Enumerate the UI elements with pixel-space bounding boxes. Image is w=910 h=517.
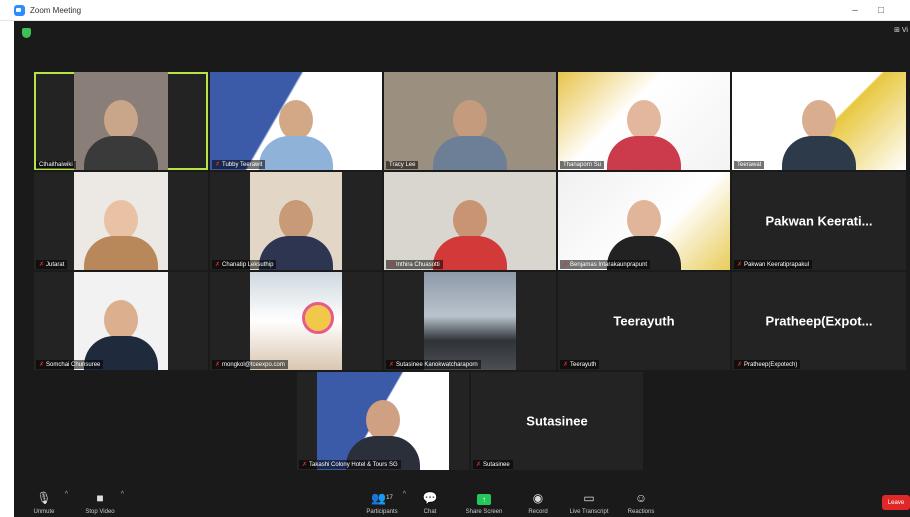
- muted-mic-icon: ✗: [389, 262, 395, 268]
- person-figure: [607, 100, 681, 170]
- share-screen-icon: ↑: [454, 491, 514, 505]
- chat-button[interactable]: 💬 Chat: [400, 491, 460, 515]
- closed-caption-icon: ▭: [583, 491, 595, 505]
- participant-tile[interactable]: Pratheep(Expot... ✗ Pratheep(Expotech): [732, 272, 906, 370]
- participant-tile[interactable]: ✗ Inthira Chuasotti: [384, 172, 556, 270]
- reactions-button[interactable]: ☺ Reactions: [611, 491, 671, 515]
- person-figure: [433, 100, 507, 170]
- muted-mic-icon: ✗: [737, 262, 743, 268]
- participant-name: Cthaithaiwiki: [36, 161, 76, 169]
- participant-name: ✗ Inthira Chuasotti: [386, 260, 443, 269]
- muted-mic-icon: ✗: [39, 262, 45, 268]
- person-figure: [782, 100, 856, 170]
- chat-bubble-icon: 💬: [422, 491, 438, 505]
- share-screen-button[interactable]: ↑ Share Screen: [454, 491, 514, 515]
- live-transcript-button[interactable]: ▭ Live Transcript: [559, 491, 619, 515]
- muted-mic-icon: ✗: [737, 362, 743, 368]
- participant-name: ✗ Somchai Chunsuree: [36, 360, 104, 369]
- participant-tile[interactable]: Thanaporn Su: [558, 72, 730, 170]
- maximize-button[interactable]: □: [868, 0, 894, 21]
- participant-name: ✗ Sutasinee Kanokwatcharaporn: [386, 360, 481, 369]
- participant-name: ✗ Teerayuth: [560, 360, 600, 369]
- participant-tile[interactable]: Cthaithaiwiki: [34, 72, 208, 170]
- participant-video: [558, 72, 730, 170]
- participant-name: ✗ Takashi Colony Hotel & Tours SG: [299, 460, 401, 469]
- participant-name: Thanaporn Su: [560, 161, 605, 169]
- participant-display-name: Sutasinee: [526, 413, 588, 429]
- participant-tile[interactable]: ✗ Jutarat: [34, 172, 208, 270]
- participant-video: [317, 372, 449, 470]
- muted-mic-icon: ✗: [39, 362, 45, 368]
- participant-tile[interactable]: ✗ Tubby Teerawit: [210, 72, 382, 170]
- zoom-logo-icon: [14, 4, 25, 16]
- person-figure: [84, 100, 158, 170]
- person-figure: [433, 200, 507, 270]
- participant-tile[interactable]: ✗ Benjamas Intarakaunprapunt: [558, 172, 730, 270]
- window-title: Zoom Meeting: [30, 5, 82, 15]
- participant-name: ✗ Pratheep(Expotech): [734, 360, 801, 369]
- participant-video: [250, 172, 342, 270]
- logo-badge-icon: [302, 302, 334, 334]
- participant-name: ✗ Jutarat: [36, 260, 68, 269]
- participant-tile[interactable]: Teerawat: [732, 72, 906, 170]
- minimize-button[interactable]: –: [842, 0, 868, 21]
- shield-icon[interactable]: [22, 28, 31, 38]
- participant-name: ✗ mongkol@tceexpo.com: [212, 360, 288, 369]
- muted-mic-icon: ✗: [563, 262, 569, 268]
- participant-video: [250, 272, 342, 370]
- participant-video: [210, 72, 382, 170]
- meeting-area: ⊞ Vi Cthaithaiwiki ✗ Tubby Teerawit Tracy…: [14, 21, 910, 517]
- participant-video: [732, 72, 906, 170]
- leave-button[interactable]: Leave: [882, 495, 910, 510]
- participant-video: [74, 172, 168, 270]
- participant-video: [74, 272, 168, 370]
- participant-name: ✗ Sutasinee: [473, 460, 513, 469]
- participant-tile[interactable]: Pakwan Keerati... ✗ Pakwan Keeratiprapaku…: [732, 172, 906, 270]
- unmute-button[interactable]: 🎙 ^ Unmute: [14, 491, 74, 515]
- participant-name: ✗ Benjamas Intarakaunprapunt: [560, 260, 651, 269]
- participant-video: [384, 72, 556, 170]
- participant-name: Tracy Lee: [386, 161, 419, 169]
- participant-video: [424, 272, 516, 370]
- participant-tile[interactable]: Teerayuth ✗ Teerayuth: [558, 272, 730, 370]
- muted-mic-icon: ✗: [215, 262, 221, 268]
- participant-tile[interactable]: Tracy Lee: [384, 72, 556, 170]
- participant-video: [384, 172, 556, 270]
- muted-mic-icon: ✗: [476, 462, 482, 468]
- muted-mic-icon: ✗: [563, 362, 569, 368]
- participant-tile[interactable]: ✗ Chanatip Leksuthip: [210, 172, 382, 270]
- smiley-plus-icon: ☺: [634, 491, 648, 505]
- muted-mic-icon: ✗: [302, 462, 308, 468]
- participant-tile[interactable]: ✗ Sutasinee Kanokwatcharaporn: [384, 272, 556, 370]
- participant-display-name: Teerayuth: [613, 313, 675, 329]
- person-figure: [259, 100, 333, 170]
- muted-mic-icon: ✗: [215, 162, 221, 168]
- muted-mic-icon: ✗: [389, 362, 395, 368]
- meeting-toolbar: 🎙 ^ Unmute ■ ^ Stop Video 👥17 ^ Particip…: [14, 479, 910, 517]
- chevron-up-icon[interactable]: ^: [121, 491, 124, 498]
- participant-name: ✗ Pakwan Keeratiprapakul: [734, 260, 813, 269]
- view-button[interactable]: ⊞ Vi: [894, 26, 908, 34]
- participant-name: ✗ Chanatip Leksuthip: [212, 260, 277, 269]
- muted-mic-icon: ✗: [215, 362, 221, 368]
- participant-tile[interactable]: Sutasinee ✗ Sutasinee: [471, 372, 643, 470]
- stop-video-button[interactable]: ■ ^ Stop Video: [70, 491, 130, 515]
- chevron-up-icon[interactable]: ^: [65, 491, 68, 498]
- participant-display-name: Pakwan Keerati...: [765, 213, 873, 229]
- participant-video: [558, 172, 730, 270]
- person-figure: [84, 200, 158, 270]
- participant-name: ✗ Tubby Teerawit: [212, 160, 266, 169]
- participant-tile[interactable]: ✗ Somchai Chunsuree: [34, 272, 208, 370]
- participant-tile[interactable]: ✗ Takashi Colony Hotel & Tours SG: [297, 372, 469, 470]
- participant-name: Teerawat: [734, 161, 765, 169]
- participant-tile[interactable]: ✗ mongkol@tceexpo.com: [210, 272, 382, 370]
- participant-display-name: Pratheep(Expot...: [765, 313, 873, 329]
- participant-video: [74, 72, 168, 170]
- title-bar: Zoom Meeting – □: [0, 0, 910, 21]
